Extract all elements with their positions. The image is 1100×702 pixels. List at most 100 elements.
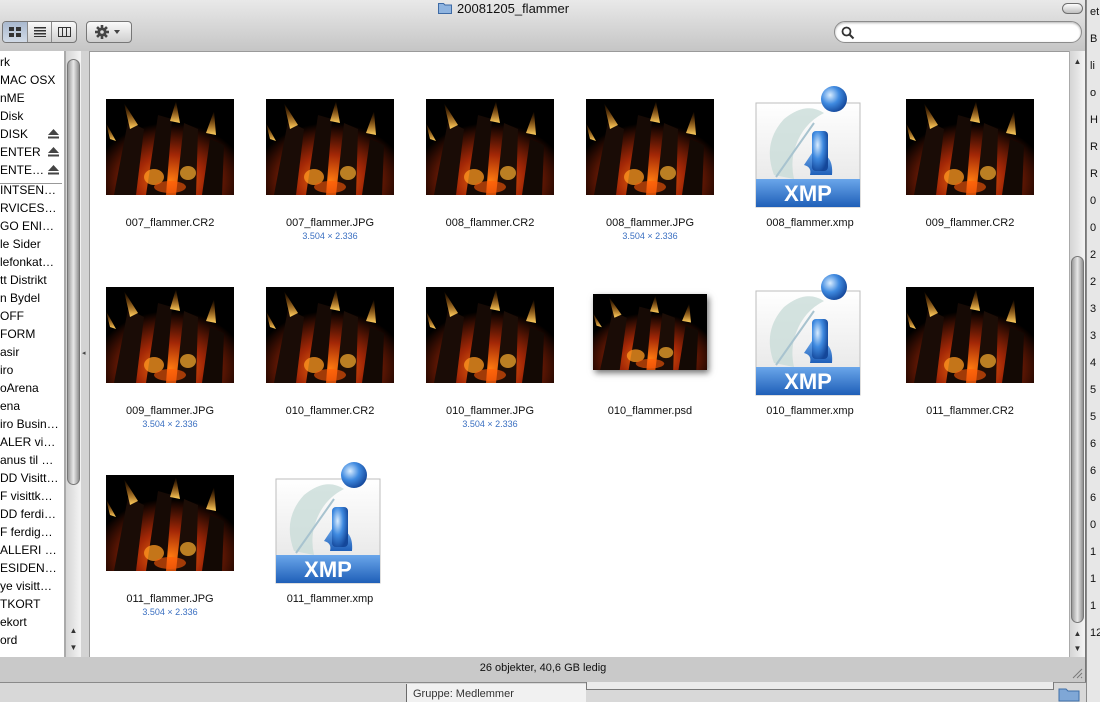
sidebar-item[interactable]: GO ENIR… xyxy=(0,217,60,235)
list-view-button[interactable] xyxy=(28,22,53,42)
view-mode-control[interactable] xyxy=(2,21,77,43)
background-text: 1 xyxy=(1090,573,1097,585)
sidebar-item[interactable]: ESIDENS t… xyxy=(0,559,60,577)
file-item[interactable]: 004_flammer.JPG3.504 × 2.336 xyxy=(250,52,410,71)
scroll-up-arrow[interactable]: ▲ xyxy=(1070,626,1085,641)
file-item[interactable]: 011_flammer.JPG 3.504 × 2.336 xyxy=(90,447,250,635)
background-text: 5 xyxy=(1090,411,1097,423)
sidebar-item[interactable]: ALLERI bi… xyxy=(0,541,60,559)
file-item[interactable]: 007_flammer.JPG 3.504 × 2.336 xyxy=(250,71,410,259)
sidebar-item[interactable]: Disk xyxy=(0,107,60,125)
sidebar-item[interactable]: FORM xyxy=(0,325,60,343)
file-item[interactable]: 010_flammer.CR2 xyxy=(250,259,410,447)
background-text: H xyxy=(1090,114,1098,126)
file-item[interactable]: 005_flammer.CR2 xyxy=(410,52,570,71)
scroll-down-arrow[interactable]: ▼ xyxy=(66,640,81,655)
file-name[interactable]: 009_flammer.CR2 xyxy=(890,217,1050,229)
splitter-handle-icon: ◂ xyxy=(82,350,86,357)
sidebar-splitter[interactable]: ◂ xyxy=(81,51,89,657)
sidebar-item[interactable]: F visittk… xyxy=(0,487,60,505)
resize-grip-icon[interactable] xyxy=(1070,666,1083,679)
scroll-down-arrow[interactable]: ▼ xyxy=(1070,641,1085,656)
file-name[interactable]: 010_flammer.psd xyxy=(570,405,730,417)
file-name[interactable]: 008_flammer.xmp xyxy=(730,217,890,229)
column-view-button[interactable] xyxy=(52,22,76,42)
file-item[interactable]: 009_flammer.CR2 xyxy=(890,71,1050,259)
title-bar[interactable]: 20081205_flammer xyxy=(0,0,1086,18)
file-item[interactable]: 007_flammer.CR2 xyxy=(90,71,250,259)
file-item[interactable]: 008_flammer.CR2 xyxy=(410,71,570,259)
file-item[interactable]: XMP 011_flammer.xmp xyxy=(250,447,410,635)
file-item[interactable]: 005_flammer.JPG3.504 × 2.336 xyxy=(570,52,730,71)
sidebar-item[interactable]: F ferdig… xyxy=(0,523,60,541)
sidebar-item[interactable]: ena xyxy=(0,397,60,415)
sidebar-item[interactable]: DD ferdi… xyxy=(0,505,60,523)
file-item[interactable]: 006_flammer.CR2 xyxy=(730,52,890,71)
sidebar-item[interactable]: lefonkat… xyxy=(0,253,60,271)
scroll-up-arrow[interactable]: ▲ xyxy=(66,623,81,638)
sidebar-item[interactable]: anus til p… xyxy=(0,451,60,469)
file-thumbnail xyxy=(426,99,554,195)
fire-thumbnail xyxy=(266,99,394,195)
sidebar-item[interactable]: DD Visitt… xyxy=(0,469,60,487)
finder-window: 20081205_flammer rk MAC OSX nME Disk DIS… xyxy=(0,0,1086,682)
eject-icon[interactable] xyxy=(48,165,59,175)
eject-icon[interactable] xyxy=(48,129,59,139)
scroll-up-arrow[interactable]: ▲ xyxy=(1070,54,1085,69)
sidebar-item[interactable]: ye visitt… xyxy=(0,577,60,595)
file-name[interactable]: 011_flammer.CR2 xyxy=(890,405,1050,417)
file-item[interactable]: 008_flammer.JPG 3.504 × 2.336 xyxy=(570,71,730,259)
toolbar-toggle-button[interactable] xyxy=(1062,3,1083,14)
content-scrollbar-thumb[interactable] xyxy=(1071,256,1084,623)
background-text: 0 xyxy=(1090,195,1097,207)
sidebar-item[interactable]: ALER visi… xyxy=(0,433,60,451)
icon-view-button[interactable] xyxy=(3,22,28,42)
search-field[interactable] xyxy=(834,21,1082,43)
sidebar-item[interactable]: le Sider xyxy=(0,235,60,253)
sidebar-item[interactable]: TKORT xyxy=(0,595,60,613)
background-text: 12 xyxy=(1090,627,1100,639)
content-scrollbar[interactable]: ▲ ▲ ▼ xyxy=(1069,51,1085,657)
sidebar-item[interactable]: tt Distrikt xyxy=(0,271,60,289)
background-text: R xyxy=(1090,168,1098,180)
action-menu-button[interactable] xyxy=(86,21,132,43)
background-window-strip: et Bli o H R R 0 0 2 2 3 3 4 5 5 6 6 6 0 1 1 1 12 xyxy=(1086,0,1100,702)
file-item[interactable]: 006_flammer.JPG3.504 × 2.336 xyxy=(890,52,1050,71)
file-item[interactable]: XMP 010_flammer.xmp xyxy=(730,259,890,447)
file-name[interactable]: 011_flammer.JPG xyxy=(90,593,250,605)
sidebar-item[interactable]: asir xyxy=(0,343,60,361)
sidebar-scrollbar[interactable]: ▲ ▼ xyxy=(65,51,81,657)
file-name[interactable]: 008_flammer.CR2 xyxy=(410,217,570,229)
file-item[interactable]: 004_flammer.CR2 xyxy=(90,52,250,71)
file-item[interactable]: 009_flammer.JPG 3.504 × 2.336 xyxy=(90,259,250,447)
search-input[interactable] xyxy=(859,25,1069,40)
file-name[interactable]: 008_flammer.JPG xyxy=(570,217,730,229)
file-name[interactable]: 011_flammer.xmp xyxy=(250,593,410,605)
file-item[interactable]: 010_flammer.psd xyxy=(570,259,730,447)
background-group-label: Gruppe: Medlemmer xyxy=(406,684,586,702)
sidebar-item[interactable]: iro Busin… xyxy=(0,415,60,433)
sidebar-item[interactable]: RVICESE… xyxy=(0,199,60,217)
file-name[interactable]: 010_flammer.xmp xyxy=(730,405,890,417)
file-item[interactable]: XMP 008_flammer.xmp xyxy=(730,71,890,259)
file-name[interactable]: 007_flammer.JPG xyxy=(250,217,410,229)
sidebar-item[interactable]: OFF xyxy=(0,307,60,325)
sidebar-item[interactable]: oArena xyxy=(0,379,60,397)
file-item[interactable]: 010_flammer.JPG 3.504 × 2.336 xyxy=(410,259,570,447)
file-name[interactable]: 010_flammer.CR2 xyxy=(250,405,410,417)
column-view-icon xyxy=(57,27,71,37)
sidebar-item[interactable]: iro xyxy=(0,361,60,379)
sidebar-item[interactable]: nME xyxy=(0,89,60,107)
sidebar-separator xyxy=(0,183,62,184)
sidebar-item[interactable]: rk xyxy=(0,53,60,71)
sidebar-item[interactable]: MAC OSX xyxy=(0,71,60,89)
sidebar-item[interactable]: n Bydel xyxy=(0,289,60,307)
sidebar-item[interactable]: ekort xyxy=(0,613,60,631)
sidebar-item[interactable]: ord xyxy=(0,631,60,649)
file-name[interactable]: 010_flammer.JPG xyxy=(410,405,570,417)
eject-icon[interactable] xyxy=(48,147,59,157)
file-name[interactable]: 007_flammer.CR2 xyxy=(90,217,250,229)
file-name[interactable]: 009_flammer.JPG xyxy=(90,405,250,417)
sidebar-scrollbar-thumb[interactable] xyxy=(67,59,80,485)
file-item[interactable]: 011_flammer.CR2 xyxy=(890,259,1050,447)
